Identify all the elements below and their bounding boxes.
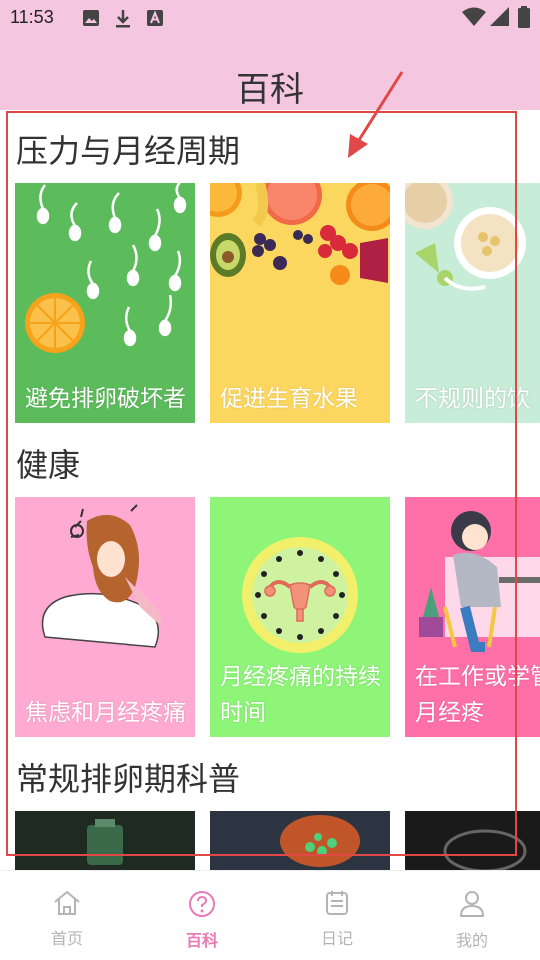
card-caption: 不规则的饮 xyxy=(415,386,530,412)
glass-image xyxy=(443,829,527,870)
card-row-ovulation[interactable] xyxy=(15,811,540,870)
article-card[interactable] xyxy=(405,811,540,870)
article-card[interactable] xyxy=(15,811,195,870)
notebook-icon xyxy=(326,891,348,915)
article-card[interactable]: 月经疼痛的持续时间 xyxy=(210,497,390,737)
article-card[interactable]: 避免排卵破坏者 xyxy=(15,183,195,423)
battery-icon xyxy=(518,6,530,32)
tab-label: 日记 xyxy=(320,929,353,948)
top-bar: 11:53 百科 xyxy=(0,0,540,110)
article-card[interactable]: 不规则的饮 xyxy=(405,183,540,423)
article-card[interactable] xyxy=(210,811,390,870)
status-bar: 11:53 xyxy=(0,0,540,36)
home-icon xyxy=(54,890,80,915)
section-title-stress-cycle: 压力与月经周期 xyxy=(16,132,241,170)
download-icon xyxy=(114,9,132,33)
tab-label: 我的 xyxy=(455,931,488,950)
card-caption: 避免排卵破坏者 xyxy=(25,386,186,412)
font-a-icon xyxy=(146,9,164,31)
medicine-bottle-image xyxy=(87,819,123,865)
card-row-stress-cycle[interactable]: 避免排卵破坏者 促进生育水果 不规则的饮 xyxy=(15,183,540,423)
signal-icon xyxy=(490,7,510,31)
pill-bottle-image xyxy=(280,815,360,867)
article-card[interactable]: 焦虑和月经疼痛 xyxy=(15,497,195,737)
tab-label: 百科 xyxy=(185,931,218,950)
tab-label: 首页 xyxy=(50,929,83,948)
tab-diary[interactable]: 日记 xyxy=(292,889,382,949)
section-title-ovulation: 常规排卵期科普 xyxy=(16,760,241,798)
tab-mine[interactable]: 我的 xyxy=(427,889,517,951)
annotation-arrow-icon xyxy=(348,71,404,158)
card-caption: 焦虑和月经疼痛 xyxy=(25,700,186,726)
person-icon xyxy=(459,891,485,917)
wifi-icon xyxy=(462,7,486,31)
question-circle-icon xyxy=(189,891,215,917)
article-card[interactable]: 促进生育水果 xyxy=(210,183,390,423)
image-icon xyxy=(82,9,100,31)
article-card[interactable]: 在工作或学管理月经疼 xyxy=(405,497,540,737)
tab-home[interactable]: 首页 xyxy=(22,889,112,949)
bottom-navigation: 首页 百科 日记 我的 xyxy=(0,870,540,960)
card-caption: 月经疼痛的持续时间 xyxy=(220,664,381,726)
card-row-health[interactable]: 焦虑和月经疼痛 月经疼痛的持续时间 在工作或学 月经疼 xyxy=(15,497,540,737)
page-title: 百科 xyxy=(236,70,304,110)
status-time: 11:53 xyxy=(10,7,54,27)
encyclopedia-content[interactable]: 压力与月经周期 避免排卵破坏者 促进生育水果 不规则的饮 健康 焦虑和月经疼痛 … xyxy=(0,110,540,870)
card-caption: 在工作或学管理月经疼 xyxy=(415,664,540,726)
card-caption: 促进生育水果 xyxy=(220,386,358,412)
tab-encyclopedia[interactable]: 百科 xyxy=(157,889,247,951)
section-title-health: 健康 xyxy=(16,446,81,484)
